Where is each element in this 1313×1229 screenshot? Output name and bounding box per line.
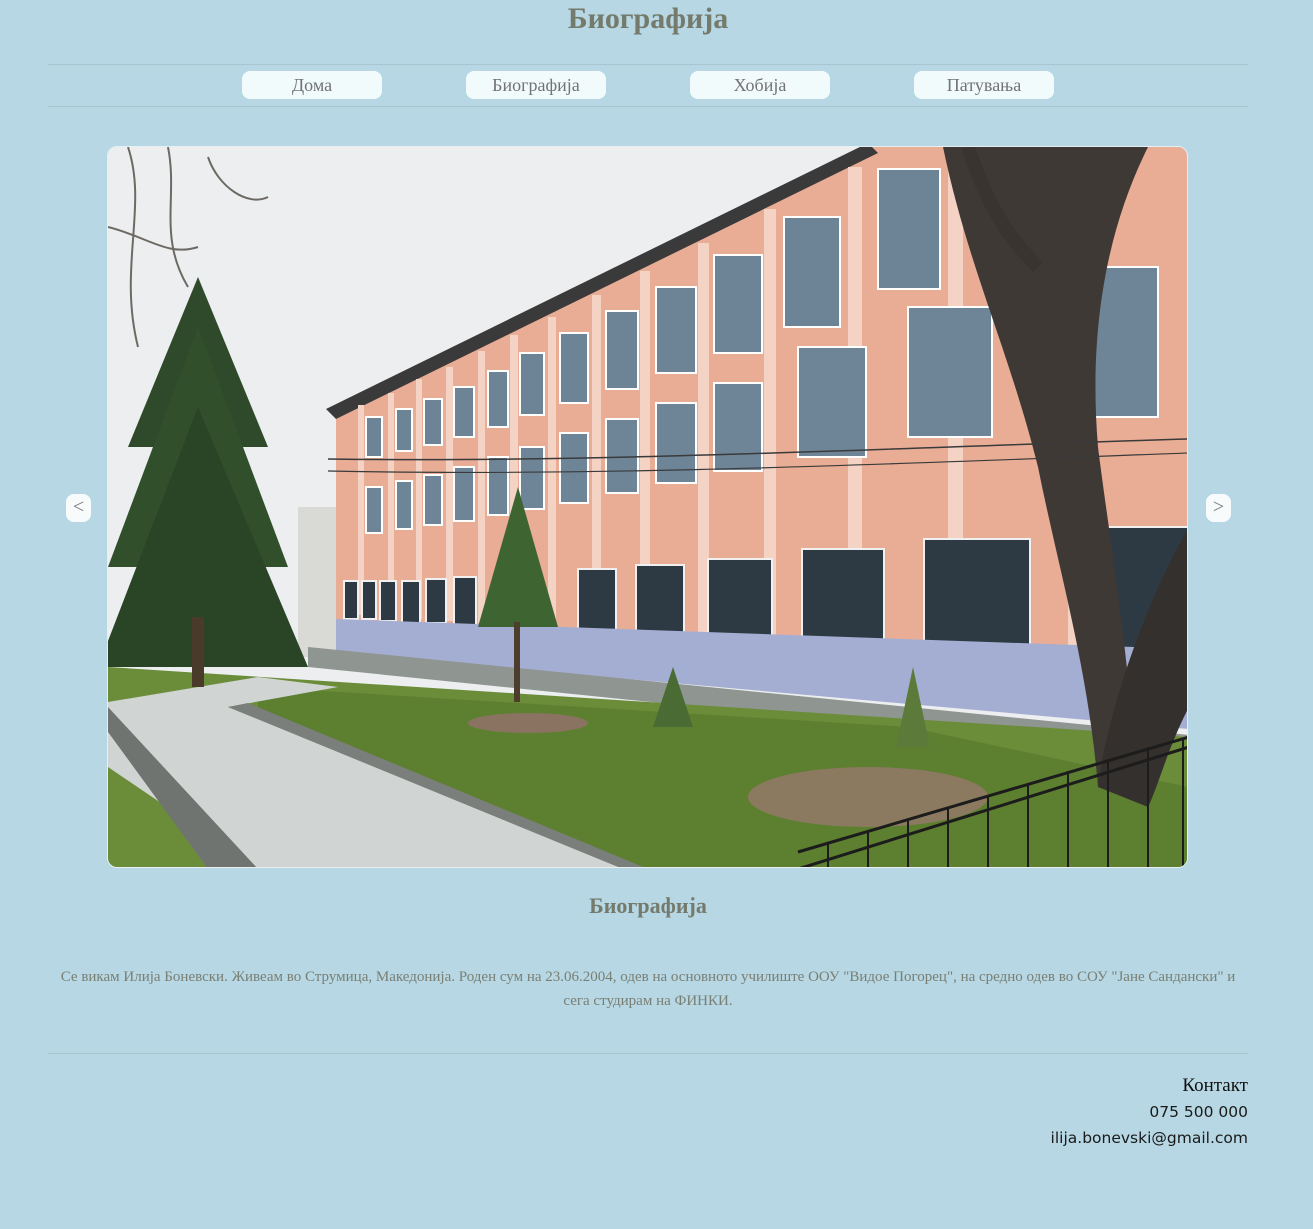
page-title: Биографија bbox=[567, 2, 729, 35]
contact-phone: 075 500 000 bbox=[1149, 1103, 1248, 1121]
image-slider bbox=[107, 146, 1188, 868]
slider-next-button[interactable]: > bbox=[1206, 494, 1231, 522]
contact-section: Контакт 075 500 000 ilija.bonevski@gmail… bbox=[1051, 1073, 1248, 1151]
biography-text: Се викам Илија Боневски. Живеам во Струм… bbox=[60, 969, 1236, 1009]
main-nav: Дома Биографија Хобија Патувања bbox=[48, 64, 1248, 107]
contact-title: Контакт bbox=[1182, 1075, 1248, 1096]
contact-email[interactable]: ilija.bonevski@gmail.com bbox=[1051, 1125, 1248, 1151]
nav-item-travels[interactable]: Патувања bbox=[914, 71, 1054, 99]
school-building-photo bbox=[108, 147, 1187, 867]
footer-divider bbox=[48, 1053, 1248, 1054]
nav-item-biography[interactable]: Биографија bbox=[466, 71, 606, 99]
biography-heading: Биографија bbox=[589, 893, 707, 918]
nav-item-hobbies[interactable]: Хобија bbox=[690, 71, 830, 99]
nav-item-home[interactable]: Дома bbox=[242, 71, 382, 99]
slider-prev-button[interactable]: < bbox=[66, 494, 91, 522]
